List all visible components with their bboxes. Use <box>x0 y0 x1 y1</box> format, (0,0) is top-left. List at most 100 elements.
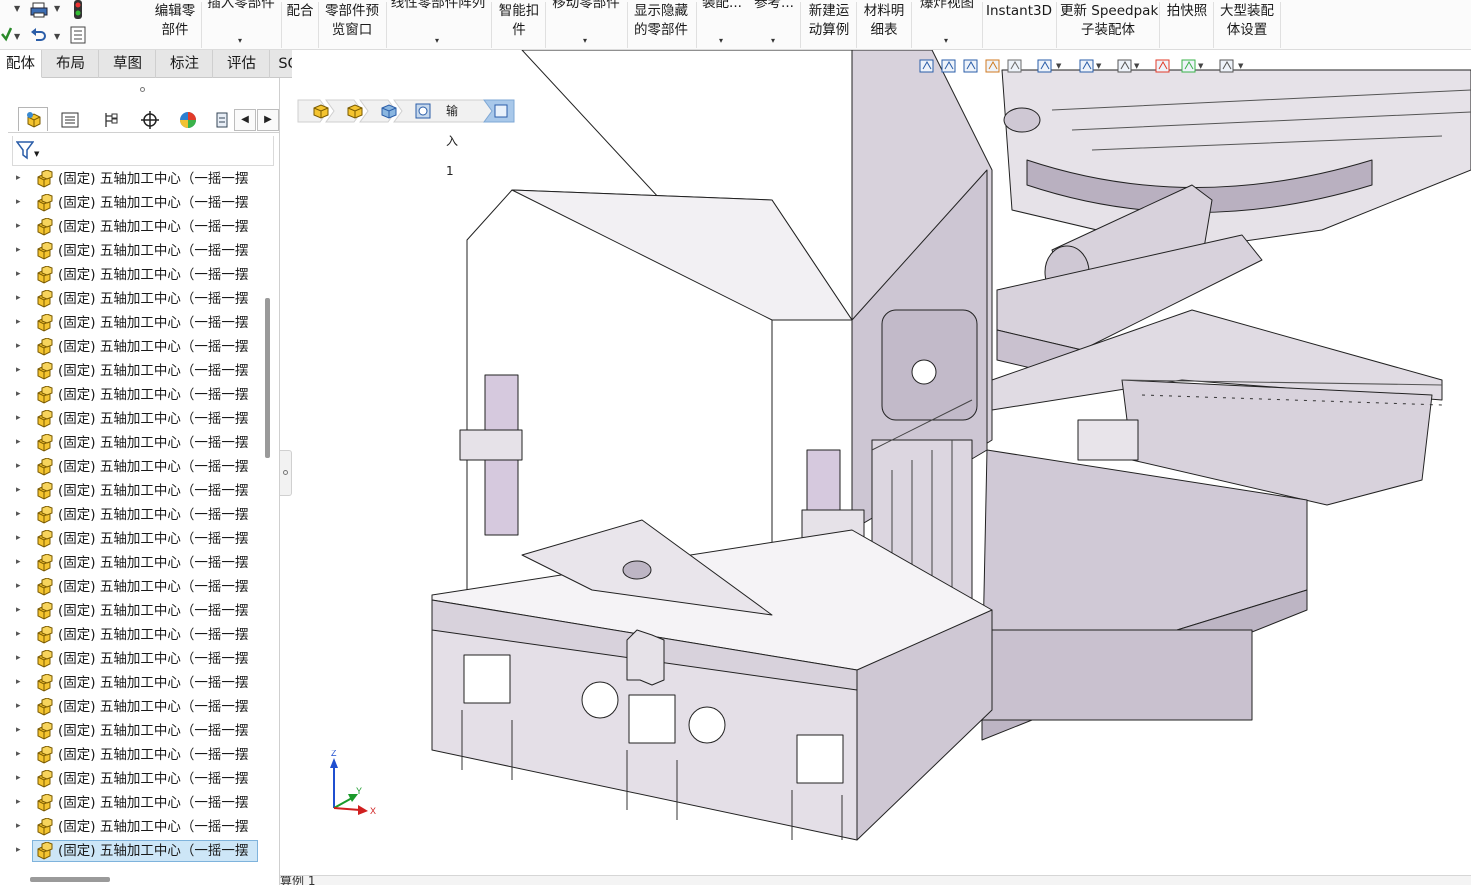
property-manager-tab[interactable] <box>54 107 84 131</box>
expand-arrow-icon[interactable]: ▸ <box>16 797 21 807</box>
motion-study-tab[interactable]: 算例 1 <box>280 876 315 885</box>
tree-item[interactable]: ▸ (固定) 五轴加工中心（一摇一摆 <box>0 335 262 359</box>
expand-arrow-icon[interactable]: ▸ <box>16 725 21 735</box>
hide-show-icon[interactable] <box>1116 57 1134 75</box>
move-component-button[interactable]: 移动零部件 ▾ <box>548 0 624 50</box>
dropdown-caret-icon[interactable]: ▼ <box>14 32 20 41</box>
tree-item[interactable]: ▸ (固定) 五轴加工中心（一摇一摆 <box>0 551 262 575</box>
dimxpert-manager-tab[interactable] <box>134 107 164 131</box>
component-preview-button[interactable]: 零部件预 览窗口 <box>321 0 383 50</box>
zoom-area-icon[interactable] <box>940 57 958 75</box>
expand-arrow-icon[interactable]: ▸ <box>16 293 21 303</box>
graphics-area[interactable]: ▼ ▼ ▼ ▼ ▼ 输入1 Z Y X <box>292 50 1471 875</box>
tree-horizontal-scrollbar[interactable] <box>30 877 110 882</box>
expand-arrow-icon[interactable]: ▸ <box>16 605 21 615</box>
tree-item[interactable]: ▸ (固定) 五轴加工中心（一摇一摆 <box>0 815 262 839</box>
expand-arrow-icon[interactable]: ▸ <box>16 485 21 495</box>
tab-scroll-right-button[interactable]: ▶ <box>257 109 279 131</box>
dropdown-caret-icon[interactable]: ▾ <box>583 37 587 45</box>
linear-pattern-button[interactable]: 线性零部件阵列 ▾ <box>388 0 488 50</box>
rebuild-icon[interactable] <box>0 26 12 42</box>
expand-arrow-icon[interactable]: ▸ <box>16 557 21 567</box>
tree-item[interactable]: ▸ (固定) 五轴加工中心（一摇一摆 <box>0 383 262 407</box>
edit-component-button[interactable]: 编辑零 部件 <box>150 0 200 50</box>
expand-arrow-icon[interactable]: ▸ <box>16 773 21 783</box>
tree-item[interactable]: ▸ (固定) 五轴加工中心（一摇一摆 <box>0 191 262 215</box>
assembly-features-button[interactable]: 装配... ▾ <box>700 0 744 50</box>
mate-button[interactable]: 配合 <box>284 0 316 50</box>
reference-button[interactable]: 参考... ▾ <box>752 0 796 50</box>
tree-vertical-scrollbar[interactable] <box>265 298 270 458</box>
tree-item[interactable]: ▸ (固定) 五轴加工中心（一摇一摆 <box>0 647 262 671</box>
tree-item[interactable]: ▸ (固定) 五轴加工中心（一摇一摆 <box>0 767 262 791</box>
subassembly-icon[interactable] <box>346 102 364 120</box>
expand-arrow-icon[interactable]: ▸ <box>16 245 21 255</box>
dynamic-annotation-icon[interactable] <box>1006 57 1024 75</box>
tree-item[interactable]: ▸ (固定) 五轴加工中心（一摇一摆 <box>0 527 262 551</box>
expand-arrow-icon[interactable]: ▸ <box>16 365 21 375</box>
expand-arrow-icon[interactable]: ▸ <box>16 845 21 855</box>
expand-arrow-icon[interactable]: ▸ <box>16 461 21 471</box>
tree-item[interactable]: ▸ (固定) 五轴加工中心（一摇一摆 <box>0 671 262 695</box>
update-speedpak-button[interactable]: 更新 Speedpak 子装配体 <box>1060 0 1158 50</box>
new-motion-study-button[interactable]: 新建运 动算例 <box>806 0 852 50</box>
dropdown-caret-icon[interactable]: ▾ <box>771 37 775 45</box>
filter-dropdown-caret-icon[interactable]: ▼ <box>34 150 39 158</box>
dropdown-caret-icon[interactable]: ▼ <box>14 4 20 13</box>
traffic-light-icon[interactable] <box>72 0 84 20</box>
panel-collapse-handle[interactable] <box>280 450 292 496</box>
previous-view-icon[interactable] <box>962 57 980 75</box>
view-orientation-icon[interactable] <box>1036 57 1054 75</box>
feature-manager-tab[interactable] <box>18 107 48 131</box>
options-list-icon[interactable] <box>70 26 86 44</box>
expand-arrow-icon[interactable]: ▸ <box>16 677 21 687</box>
expand-arrow-icon[interactable]: ▸ <box>16 653 21 663</box>
dropdown-caret-icon[interactable]: ▼ <box>1056 62 1061 70</box>
tree-item[interactable]: ▸ (固定) 五轴加工中心（一摇一摆 <box>0 431 262 455</box>
print-icon[interactable] <box>30 2 48 18</box>
tab-3[interactable]: 标注 <box>157 50 213 78</box>
dropdown-caret-icon[interactable]: ▼ <box>54 4 60 13</box>
zoom-to-fit-icon[interactable] <box>918 57 936 75</box>
expand-arrow-icon[interactable]: ▸ <box>16 581 21 591</box>
expand-arrow-icon[interactable]: ▸ <box>16 341 21 351</box>
exploded-view-button[interactable]: 爆炸视图 ▾ <box>916 0 978 50</box>
expand-arrow-icon[interactable]: ▸ <box>16 437 21 447</box>
expand-arrow-icon[interactable]: ▸ <box>16 221 21 231</box>
filter-funnel-icon[interactable] <box>16 140 34 160</box>
show-hidden-button[interactable]: 显示隐藏 的零部件 <box>630 0 692 50</box>
dropdown-caret-icon[interactable]: ▼ <box>1238 62 1243 70</box>
expand-arrow-icon[interactable]: ▸ <box>16 413 21 423</box>
tree-item[interactable]: ▸ (固定) 五轴加工中心（一摇一摆 <box>0 455 262 479</box>
tree-item[interactable]: ▸ (固定) 五轴加工中心（一摇一摆 <box>0 215 262 239</box>
dropdown-caret-icon[interactable]: ▾ <box>944 37 948 45</box>
display-manager-tab[interactable] <box>172 107 202 131</box>
breadcrumb-label[interactable]: 输入1 <box>446 96 458 178</box>
apply-scene-icon[interactable] <box>1180 57 1198 75</box>
tab-4[interactable]: 评估 <box>214 50 270 78</box>
expand-arrow-icon[interactable]: ▸ <box>16 173 21 183</box>
expand-arrow-icon[interactable]: ▸ <box>16 821 21 831</box>
tab-1[interactable]: 布局 <box>43 50 99 78</box>
import-feature-icon[interactable] <box>414 102 432 120</box>
snapshot-button[interactable]: 拍快照 <box>1163 0 1211 50</box>
large-assembly-button[interactable]: 大型装配 体设置 <box>1216 0 1278 50</box>
bom-button[interactable]: 材料明 细表 <box>861 0 907 50</box>
assembly-icon[interactable] <box>312 102 330 120</box>
tree-item[interactable]: ▸ (固定) 五轴加工中心（一摇一摆 <box>0 407 262 431</box>
dropdown-caret-icon[interactable]: ▾ <box>238 37 242 45</box>
tree-item[interactable]: ▸ (固定) 五轴加工中心（一摇一摆 <box>0 623 262 647</box>
panel-grip-icon[interactable] <box>140 87 145 92</box>
section-view-icon[interactable] <box>984 57 1002 75</box>
dropdown-caret-icon[interactable]: ▾ <box>435 37 439 45</box>
tree-item[interactable]: ▸ (固定) 五轴加工中心（一摇一摆 <box>0 287 262 311</box>
dropdown-caret-icon[interactable]: ▼ <box>1134 62 1139 70</box>
tree-item[interactable]: ▸ (固定) 五轴加工中心（一摇一摆 <box>0 695 262 719</box>
expand-arrow-icon[interactable]: ▸ <box>16 701 21 711</box>
tab-2[interactable]: 草图 <box>100 50 156 78</box>
expand-arrow-icon[interactable]: ▸ <box>16 749 21 759</box>
machining-center-model[interactable] <box>292 50 1471 875</box>
tab-0[interactable]: 配体 <box>0 50 42 78</box>
expand-arrow-icon[interactable]: ▸ <box>16 317 21 327</box>
insert-component-button[interactable]: 插入零部件 ▾ <box>203 0 279 50</box>
